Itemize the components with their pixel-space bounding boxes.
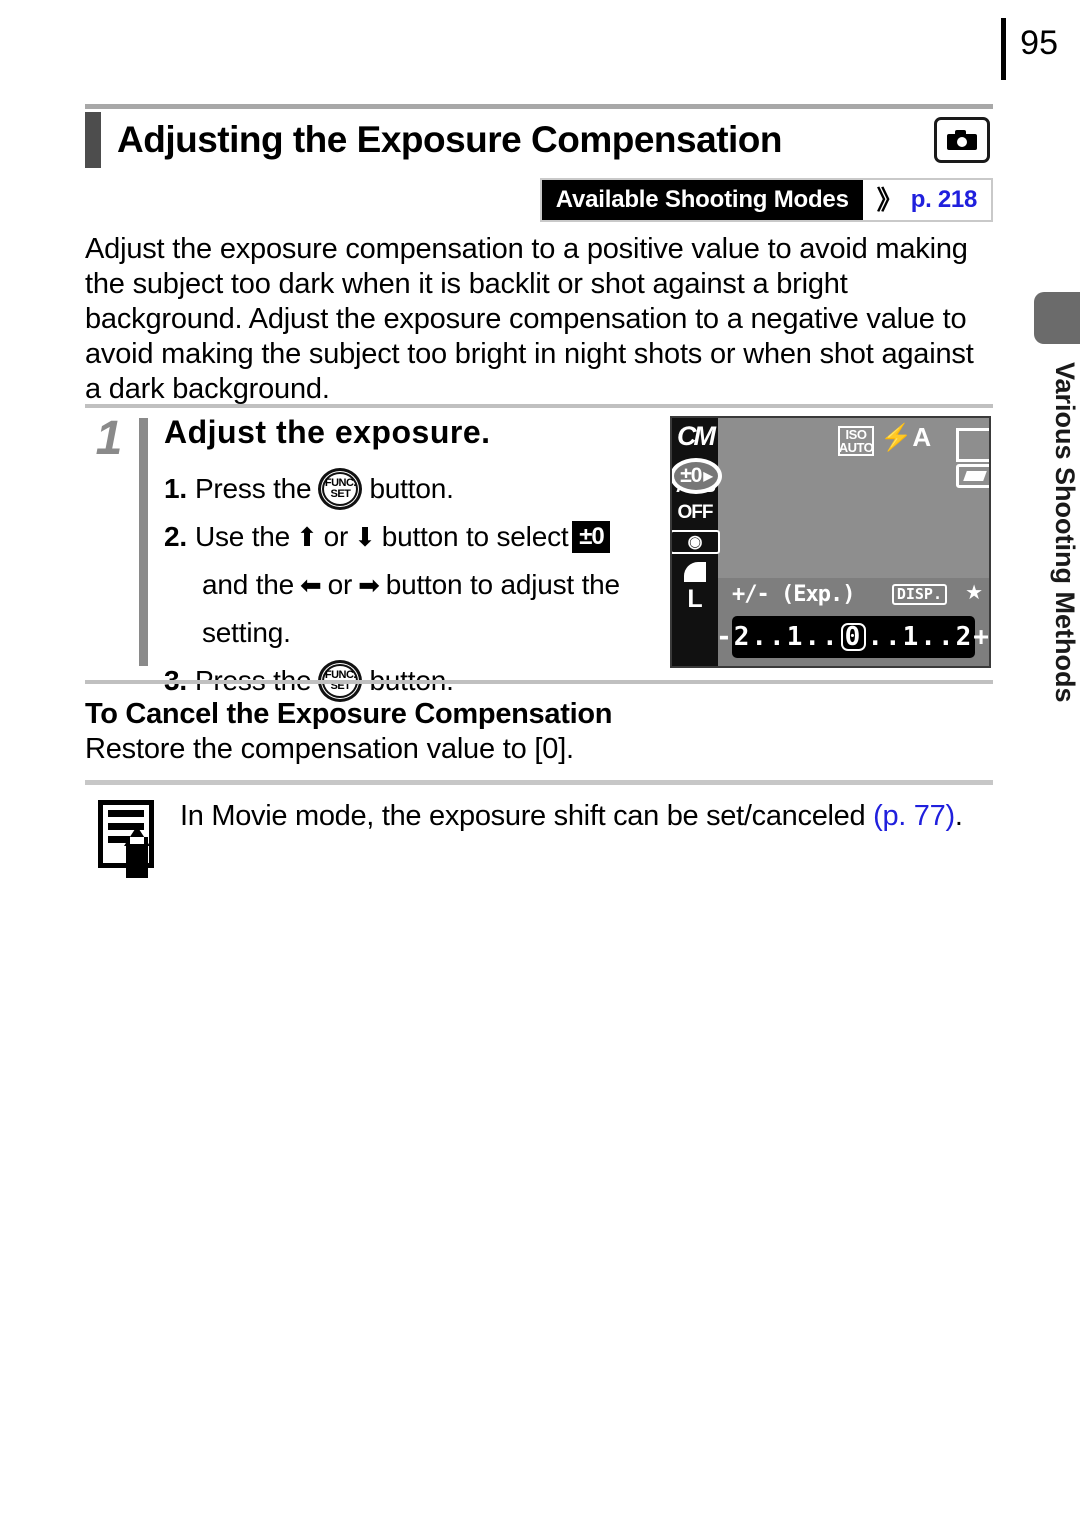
camera-icon <box>934 117 990 163</box>
lcd-shooting-mode-icon: CM <box>677 421 716 451</box>
lcd-bottom-bar: +/- (Exp.) DISP. ★ -2..1.. 0 ..1..2+ <box>716 578 989 666</box>
lcd-compression-icon <box>684 562 706 582</box>
lcd-exposure-compensation-selected[interactable]: ±0 ▶ <box>672 458 722 494</box>
step-bottom-rule <box>85 680 993 684</box>
substep-2-line3-text: setting. <box>202 617 291 648</box>
title-accent-bar <box>85 112 101 168</box>
chapter-tab-chip <box>1034 292 1080 344</box>
lcd-af-frame-icon <box>956 428 989 462</box>
cancel-section-text: Restore the compensation value to [0]. <box>85 733 574 765</box>
lcd-exposure-arrow-icon: ▶ <box>703 469 712 483</box>
note-text-before: In Movie mode, the exposure shift can be… <box>180 800 874 832</box>
substep-2-line2-pre: and the <box>202 569 295 600</box>
page-reference: p. 218 <box>910 186 978 213</box>
note-text-after: . <box>954 800 963 832</box>
lcd-resolution-icon: L <box>687 585 703 613</box>
substep-1-number: 1. <box>164 473 187 504</box>
title-top-rule <box>85 104 993 109</box>
note-pencil-body <box>126 844 148 878</box>
lcd-night-mode-icon: ★ <box>965 582 983 604</box>
lcd-exposure-value: ±0 <box>680 464 702 487</box>
substep-1-post: button. <box>369 473 454 504</box>
chapter-tab-label: Various Shooting Methods <box>1050 362 1080 703</box>
step-inner: 1 Adjust the exposure. 1. Press the FUNC… <box>85 408 993 705</box>
camera-lens <box>957 137 967 147</box>
lcd-disp-button-icon: DISP. <box>891 584 947 605</box>
cancel-section-heading: To Cancel the Exposure Compensation <box>85 698 613 730</box>
substep-2-number: 2. <box>164 521 187 552</box>
step-divider <box>139 418 148 666</box>
note-divider <box>85 780 993 785</box>
note-pencil-icon <box>98 800 164 878</box>
substep-2-pre: Use the <box>194 521 291 552</box>
page-title: Adjusting the Exposure Compensation <box>117 119 783 160</box>
double-chevron-icon: 》 <box>876 185 903 215</box>
lcd-status-icons: ISO AUTO ⚡A <box>718 418 989 578</box>
right-arrow-icon: ➡ <box>358 570 380 600</box>
lcd-scale-zero-marker: 0 <box>840 623 867 651</box>
lcd-exposure-scale: -2..1.. 0 ..1..2+ <box>716 616 989 658</box>
lcd-iso-value: AUTO <box>838 440 874 455</box>
exposure-compensation-badge-icon: ±0 <box>572 521 611 553</box>
down-arrow-icon: ⬇ <box>354 522 376 552</box>
substep-1-pre: Press the <box>194 473 312 504</box>
func-set-label-bottom: SET <box>330 488 351 500</box>
chapter-side-tab: Various Shooting Methods <box>1034 292 1080 703</box>
substep-2-line2-post: button to adjust the <box>385 569 620 600</box>
title-row: Adjusting the Exposure Compensation <box>85 112 993 168</box>
lcd-battery-bar <box>963 471 987 481</box>
lcd-metering-icon: ◉ <box>672 530 720 554</box>
lcd-flash-auto-icon: ⚡A <box>880 422 932 452</box>
lcd-scale-right: ..1..2+ <box>867 622 991 652</box>
page-header: 95 <box>1001 18 1058 80</box>
lcd-func-menu-column: CM AWB OFF ◉ L <box>672 418 720 666</box>
lcd-battery-icon <box>956 464 989 488</box>
available-shooting-modes-label: Available Shooting Modes <box>541 180 863 220</box>
substep-2-line2-or: or <box>327 569 353 600</box>
lcd-flash-off-icon: OFF <box>677 502 714 523</box>
func-set-button-icon: FUNC. SET <box>318 468 363 510</box>
note-line-1 <box>108 810 144 817</box>
title-block: Adjusting the Exposure Compensation Avai… <box>85 104 993 222</box>
substep-2-or: or <box>323 521 349 552</box>
lcd-scale-left: -2..1.. <box>716 622 840 652</box>
intro-paragraph: Adjust the exposure compensation to a po… <box>85 233 974 405</box>
lcd-iso-icon: ISO AUTO <box>838 426 874 456</box>
up-arrow-icon: ⬆ <box>296 522 318 552</box>
page-number-rule <box>1001 18 1007 80</box>
note-text: In Movie mode, the exposure shift can be… <box>180 798 998 834</box>
camera-lcd-screenshot: CM AWB OFF ◉ L ±0 ▶ ISO AUTO ⚡A <box>670 416 991 668</box>
lcd-exposure-label: +/- (Exp.) <box>732 582 855 607</box>
substep-2-post: button to select <box>381 521 569 552</box>
available-shooting-modes-row: Available Shooting Modes 》 p. 218 <box>85 178 993 222</box>
available-shooting-modes-badge: Available Shooting Modes 》 p. 218 <box>539 178 993 222</box>
camera-glyph <box>947 130 977 150</box>
step-block: 1 Adjust the exposure. 1. Press the FUNC… <box>85 404 993 705</box>
step-number: 1 <box>95 412 123 465</box>
note-page-link[interactable]: (p. 77) <box>873 800 955 832</box>
shooting-modes-page-link[interactable]: 》 p. 218 <box>862 180 991 220</box>
page-number: 95 <box>1020 24 1058 62</box>
left-arrow-icon: ⬅ <box>300 570 322 600</box>
